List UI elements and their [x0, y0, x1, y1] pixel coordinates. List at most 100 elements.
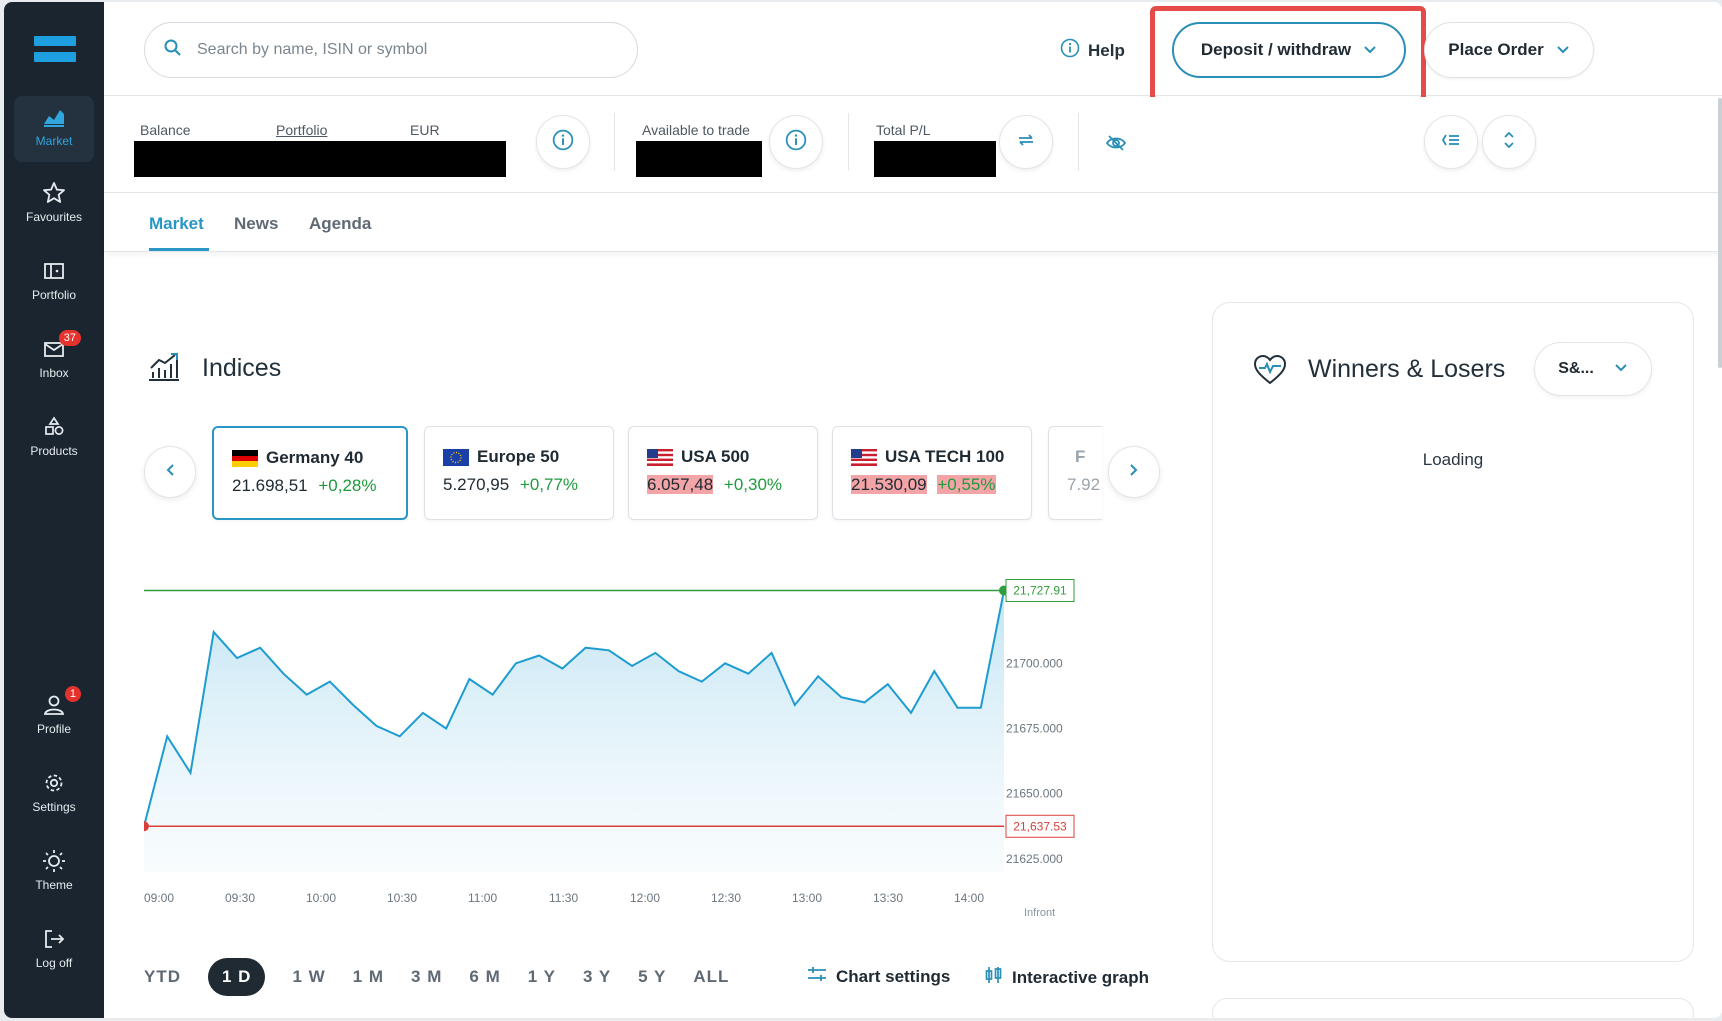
sidebar-item-label: Inbox [39, 366, 69, 380]
x-tick-label: 10:30 [387, 891, 417, 905]
balance-info-button[interactable] [536, 115, 590, 169]
index-card-usa-500[interactable]: USA 500 6.057,48 +0,30% [628, 426, 818, 520]
indices-next-button[interactable] [1108, 446, 1160, 498]
index-price: 21.530,09 [851, 475, 927, 494]
index-change: +0,28% [318, 476, 377, 495]
list-view-button[interactable] [1424, 115, 1478, 169]
app-logo[interactable] [34, 36, 76, 64]
sidebar-item-label: Theme [35, 878, 73, 892]
expand-collapse-button[interactable] [1482, 115, 1536, 169]
index-change: +0,55% [937, 475, 996, 494]
deposit-withdraw-label: Deposit / withdraw [1200, 40, 1352, 59]
tab-news[interactable]: News [234, 214, 278, 234]
place-order-label: Place Order [1448, 40, 1544, 59]
sidebar-item-theme[interactable]: Theme [14, 840, 94, 906]
sidebar-item-market[interactable]: Market [14, 96, 94, 162]
loading-status: Loading [1422, 450, 1484, 469]
indices-chart-icon [147, 352, 181, 387]
portfolio-link[interactable]: Portfolio [276, 122, 327, 138]
candlestick-icon [984, 965, 1004, 990]
sidebar-item-inbox[interactable]: 37 Inbox [14, 328, 94, 394]
x-tick-label: 12:30 [711, 891, 741, 905]
market-select[interactable]: S&... [1534, 342, 1652, 396]
y-tick-label: 21675.000 [1006, 722, 1063, 736]
list-settings-icon [1440, 129, 1462, 156]
index-card-germany-40[interactable]: Germany 40 21.698,51 +0,28% [212, 426, 408, 520]
help-link[interactable]: Help [1060, 38, 1125, 63]
sidebar-item-label: Log off [35, 956, 73, 970]
place-order-button[interactable]: Place Order [1424, 22, 1594, 78]
deposit-withdraw-button[interactable]: Deposit / withdraw [1172, 22, 1406, 78]
period-1d[interactable]: 1 D [208, 958, 266, 996]
indices-prev-button[interactable] [144, 446, 196, 498]
hide-values-button[interactable] [1104, 131, 1128, 160]
page-scrollbar[interactable] [1718, 98, 1722, 368]
app-window: Market Favourites Portfolio 37 Inbox Pro… [4, 2, 1722, 1018]
index-name: F [1075, 447, 1086, 466]
portfolio-icon [41, 258, 67, 284]
sidebar-item-logoff[interactable]: Log off [14, 918, 94, 984]
price-chart[interactable]: 21,727.91 21,637.53 21700.000 21675.000 2165… [144, 572, 1164, 952]
index-card-europe-50[interactable]: Europe 50 5.270,95 +0,77% [424, 426, 614, 520]
available-info-button[interactable] [769, 115, 823, 169]
index-card-france-partial[interactable]: F 7.92 [1048, 426, 1102, 520]
x-tick-label: 12:00 [630, 891, 660, 905]
search-box[interactable] [144, 22, 638, 78]
index-name: Europe 50 [477, 447, 560, 466]
tab-agenda[interactable]: Agenda [309, 214, 371, 234]
y-tick-label: 21650.000 [1006, 787, 1063, 801]
index-price: 6.057,48 [647, 475, 714, 494]
sidebar-item-products[interactable]: Products [14, 406, 94, 472]
inbox-badge: 37 [58, 330, 81, 346]
balance-label: Balance [140, 122, 191, 138]
info-icon [1060, 38, 1080, 63]
sidebar-item-label: Portfolio [31, 288, 77, 302]
index-card-usa-tech-100[interactable]: USA TECH 100 21.530,09 +0,55% [832, 426, 1032, 520]
x-tick-label: 11:30 [549, 891, 578, 905]
search-input[interactable] [197, 41, 597, 59]
period-1w[interactable]: 1 W [292, 967, 325, 987]
period-6m[interactable]: 6 M [469, 967, 500, 987]
products-icon [41, 414, 67, 440]
currency-label: EUR [410, 122, 440, 138]
tab-market[interactable]: Market [149, 214, 204, 234]
winners-losers-title: Winners & Losers [1308, 355, 1506, 383]
period-1m[interactable]: 1 M [353, 967, 384, 987]
chevron-down-icon [1614, 360, 1628, 378]
period-3y[interactable]: 3 Y [583, 967, 611, 987]
index-price: 7.92 [1067, 475, 1101, 494]
sidebar-item-favourites[interactable]: Favourites [14, 172, 94, 238]
divider [1078, 113, 1079, 171]
x-tick-label: 09:00 [144, 891, 174, 905]
period-all[interactable]: ALL [693, 967, 729, 987]
available-label: Available to trade [642, 122, 750, 138]
sidebar-item-settings[interactable]: Settings [14, 762, 94, 828]
swap-button[interactable] [999, 115, 1053, 169]
sidebar-item-profile[interactable]: 1 Profile [14, 684, 94, 750]
period-1y[interactable]: 1 Y [528, 967, 556, 987]
sidebar-item-label: Market [35, 134, 73, 148]
total-pl-label: Total P/L [876, 122, 931, 138]
sidebar: Market Favourites Portfolio 37 Inbox Pro… [4, 2, 104, 1018]
chart-settings-label: Chart settings [836, 966, 951, 986]
help-label: Help [1088, 40, 1125, 60]
index-name: Germany 40 [266, 448, 364, 467]
period-ytd[interactable]: YTD [144, 967, 181, 987]
chart-settings-button[interactable]: Chart settings [806, 965, 950, 988]
low-price-label: 21,637.53 [1013, 819, 1067, 833]
x-tick-label: 09:30 [225, 891, 255, 905]
winners-losers-panel [1212, 302, 1694, 962]
balance-redacted [134, 141, 506, 177]
period-5y[interactable]: 5 Y [638, 967, 666, 987]
interactive-graph-button[interactable]: Interactive graph [984, 965, 1149, 990]
star-icon [41, 180, 67, 206]
account-summary-bar: Balance Portfolio EUR Available to trade… [104, 97, 1722, 193]
period-selector: YTD 1 D 1 W 1 M 3 M 6 M 1 Y 3 Y 5 Y ALL [144, 957, 756, 997]
search-icon [163, 38, 183, 63]
sidebar-item-portfolio[interactable]: Portfolio [14, 250, 94, 316]
active-tab-indicator [149, 248, 209, 251]
index-change: +0,30% [723, 475, 783, 494]
market-select-value: S&... [1558, 360, 1594, 377]
indices-title: Indices [202, 354, 282, 382]
period-3m[interactable]: 3 M [411, 967, 442, 987]
